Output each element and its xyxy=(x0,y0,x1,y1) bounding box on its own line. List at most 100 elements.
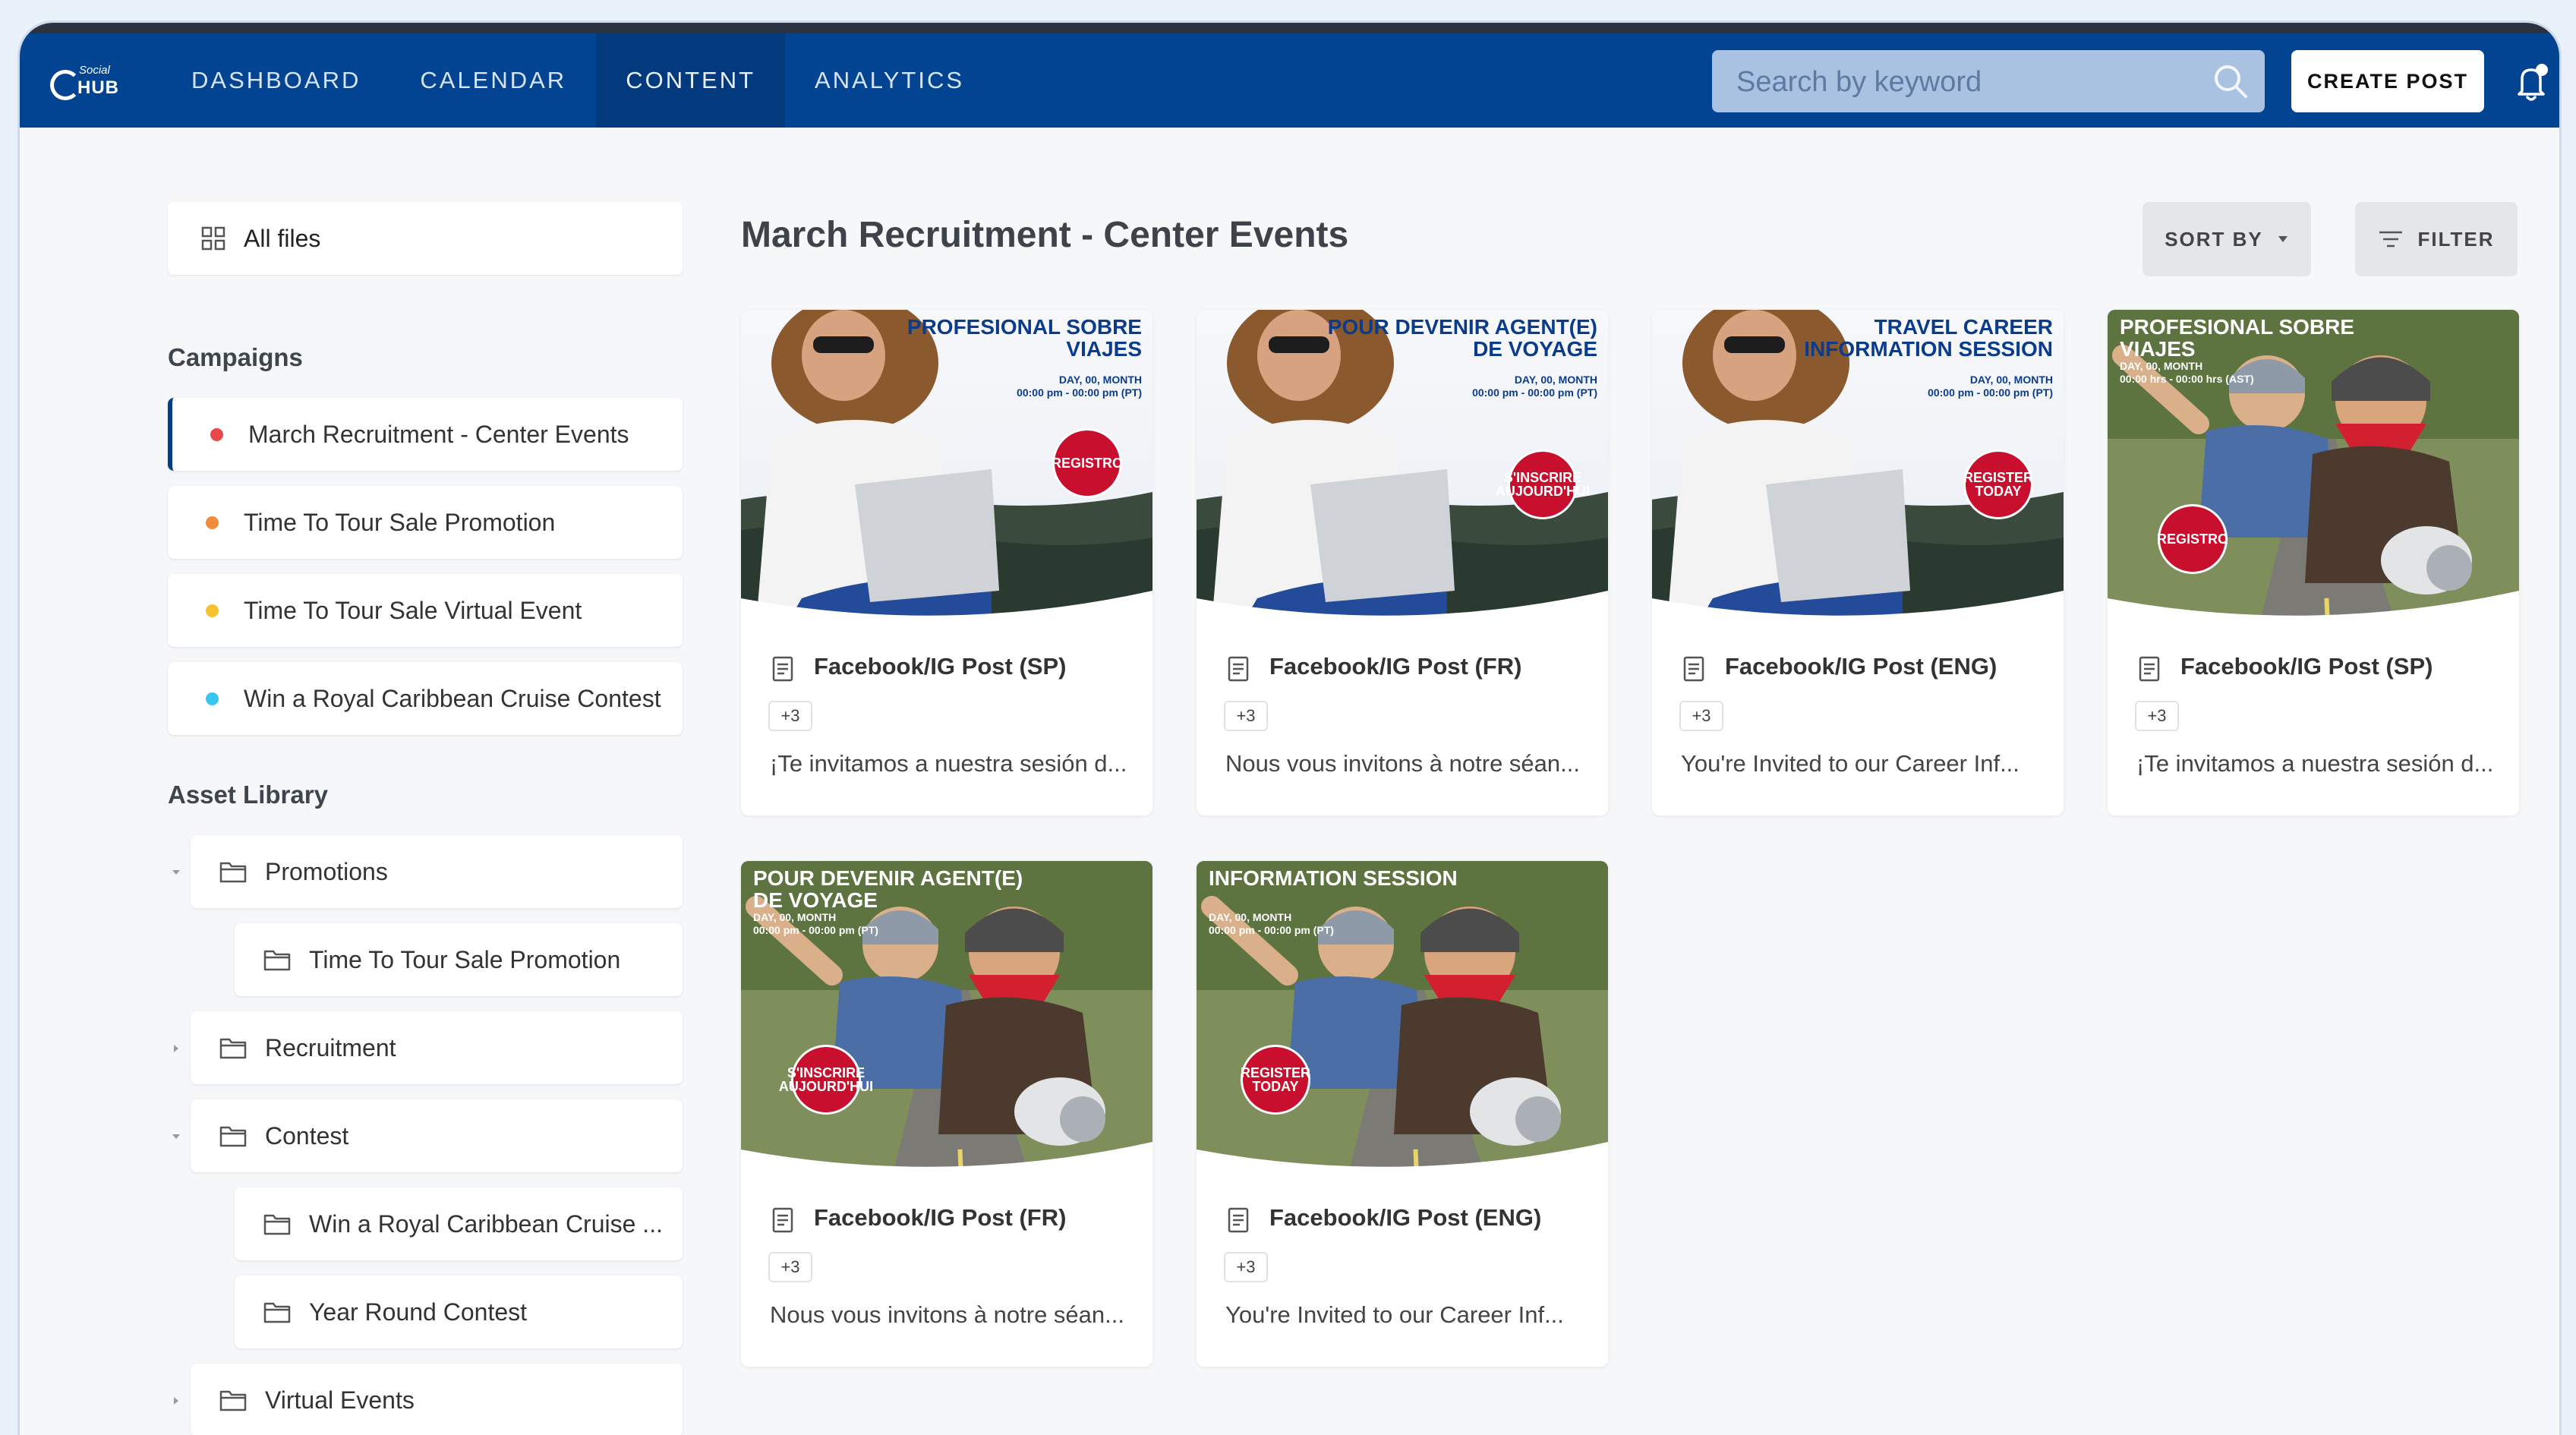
document-icon xyxy=(772,1207,793,1233)
create-post-button[interactable]: CREATE POST xyxy=(2291,50,2484,112)
additional-channels-badge[interactable]: +3 xyxy=(1679,701,1723,731)
campaign-item-royal-caribbean-contest[interactable]: Win a Royal Caribbean Cruise Contest xyxy=(168,662,683,735)
nav-calendar[interactable]: CALENDAR xyxy=(390,33,596,128)
campaign-item-march-recruitment[interactable]: March Recruitment - Center Events xyxy=(168,398,683,471)
social-hub-logo[interactable]: Social HUB xyxy=(49,58,118,103)
window-top-strip xyxy=(20,23,2559,33)
post-card[interactable]: POUR DEVENIR AGENT(E) DE VOYAGE DAY, 00,… xyxy=(1197,310,1608,815)
document-icon xyxy=(772,656,793,682)
folder-label: Virtual Events xyxy=(265,1386,415,1414)
logo-text-line2: HUB xyxy=(77,77,119,98)
folder-virtual-events[interactable]: Virtual Events xyxy=(191,1364,683,1435)
caret-right-icon[interactable] xyxy=(171,1043,181,1054)
post-thumbnail-image[interactable]: PROFESIONAL SOBRE VIAJES DAY, 00, MONTH … xyxy=(2108,310,2519,624)
nav-dashboard[interactable]: DASHBOARD xyxy=(162,33,390,128)
chevron-down-icon xyxy=(2278,236,2288,242)
additional-channels-badge[interactable]: +3 xyxy=(1224,1252,1268,1282)
thumbnail-headline: INFORMATION SESSION xyxy=(1209,866,1458,890)
caret-right-icon[interactable] xyxy=(171,1396,181,1406)
thumbnail-date-time: DAY, 00, MONTH 00:00 hrs - 00:00 hrs (AS… xyxy=(2120,360,2254,385)
post-thumbnail-image[interactable]: TRAVEL CAREER INFORMATION SESSION DAY, 0… xyxy=(1652,310,2064,624)
notification-bell-icon[interactable] xyxy=(2511,61,2551,103)
post-title[interactable]: Facebook/IG Post (SP) xyxy=(814,653,1066,680)
all-files-label: All files xyxy=(244,225,321,252)
search-input[interactable] xyxy=(1712,50,2209,114)
post-card[interactable]: INFORMATION SESSION DAY, 00, MONTH 00:00… xyxy=(1197,861,1608,1367)
thumbnail-date-time: DAY, 00, MONTH 00:00 pm - 00:00 pm (PT) xyxy=(1209,911,1334,936)
thumbnail-headline: PROFESIONAL SOBRE VIAJES xyxy=(2120,315,2355,361)
post-title[interactable]: Facebook/IG Post (FR) xyxy=(814,1204,1066,1232)
post-title[interactable]: Facebook/IG Post (ENG) xyxy=(1725,653,1997,680)
main-nav: DASHBOARD CALENDAR CONTENT ANALYTICS xyxy=(162,33,994,128)
app-window: Social HUB DASHBOARD CALENDAR CONTENT AN… xyxy=(20,23,2559,1435)
post-excerpt: You're Invited to our Career Inf... xyxy=(1681,750,2019,777)
all-files-button[interactable]: All files xyxy=(168,202,683,275)
folder-icon xyxy=(263,1302,291,1323)
document-icon xyxy=(1228,656,1249,682)
filter-button[interactable]: FILTER xyxy=(2355,202,2518,276)
document-icon xyxy=(2139,656,2160,682)
caret-down-icon[interactable] xyxy=(171,1131,181,1142)
sort-by-button[interactable]: SORT BY xyxy=(2142,202,2311,276)
register-badge: REGISTRO xyxy=(2157,504,2228,574)
post-excerpt: ¡Te invitamos a nuestra sesión d... xyxy=(770,750,1127,777)
additional-channels-badge[interactable]: +3 xyxy=(1224,701,1268,731)
thumbnail-date-time: DAY, 00, MONTH 00:00 pm - 00:00 pm (PT) xyxy=(1472,374,1597,399)
register-badge: REGISTER TODAY xyxy=(1963,449,2033,519)
thumbnail-date-time: DAY, 00, MONTH 00:00 pm - 00:00 pm (PT) xyxy=(1928,374,2053,399)
thumbnail-date-time: DAY, 00, MONTH 00:00 pm - 00:00 pm (PT) xyxy=(1017,374,1142,399)
logo-ring-icon xyxy=(50,70,80,100)
nav-analytics[interactable]: ANALYTICS xyxy=(785,33,994,128)
caret-down-icon[interactable] xyxy=(171,867,181,878)
register-badge: REGISTRO xyxy=(1052,428,1123,498)
post-excerpt: ¡Te invitamos a nuestra sesión d... xyxy=(2136,750,2494,777)
campaign-item-time-to-tour-virtual-event[interactable]: Time To Tour Sale Virtual Event xyxy=(168,574,683,647)
campaign-color-dot xyxy=(206,604,219,617)
thumbnail-headline: POUR DEVENIR AGENT(E) DE VOYAGE xyxy=(1327,315,1597,361)
post-card[interactable]: PROFESIONAL SOBRE VIAJES DAY, 00, MONTH … xyxy=(741,310,1152,815)
folder-promotions[interactable]: Promotions xyxy=(191,835,683,908)
additional-channels-badge[interactable]: +3 xyxy=(2135,701,2179,731)
top-navigation-bar: Social HUB DASHBOARD CALENDAR CONTENT AN… xyxy=(20,33,2559,128)
filter-label: FILTER xyxy=(2417,227,2495,251)
register-badge: S'INSCRIRE AUJOURD'HUI xyxy=(1496,449,1590,519)
post-thumbnail-image[interactable]: INFORMATION SESSION DAY, 00, MONTH 00:00… xyxy=(1197,861,1608,1175)
folder-label: Recruitment xyxy=(265,1034,396,1061)
folder-recruitment[interactable]: Recruitment xyxy=(191,1011,683,1084)
campaign-item-time-to-tour-sale-promotion[interactable]: Time To Tour Sale Promotion xyxy=(168,486,683,559)
post-title[interactable]: Facebook/IG Post (ENG) xyxy=(1269,1204,1541,1232)
folder-contest[interactable]: Contest xyxy=(191,1099,683,1172)
folder-time-to-tour-sale-promotion[interactable]: Time To Tour Sale Promotion xyxy=(235,923,683,996)
post-card[interactable]: POUR DEVENIR AGENT(E) DE VOYAGE DAY, 00,… xyxy=(741,861,1152,1367)
post-title[interactable]: Facebook/IG Post (SP) xyxy=(2180,653,2433,680)
search-icon[interactable] xyxy=(2212,62,2250,100)
post-card[interactable]: TRAVEL CAREER INFORMATION SESSION DAY, 0… xyxy=(1652,310,2064,815)
nav-content[interactable]: CONTENT xyxy=(596,33,786,128)
sort-by-label: SORT BY xyxy=(2165,227,2263,251)
additional-channels-badge[interactable]: +3 xyxy=(768,1252,812,1282)
campaign-label: Win a Royal Caribbean Cruise Contest xyxy=(244,685,661,712)
campaign-color-dot xyxy=(206,692,219,705)
folder-label: Promotions xyxy=(265,858,388,885)
post-title[interactable]: Facebook/IG Post (FR) xyxy=(1269,653,1521,680)
folder-win-royal-caribbean[interactable]: Win a Royal Caribbean Cruise ... xyxy=(235,1187,683,1260)
post-thumbnail-image[interactable]: POUR DEVENIR AGENT(E) DE VOYAGE DAY, 00,… xyxy=(1197,310,1608,624)
post-excerpt: Nous vous invitons à notre séan... xyxy=(1225,750,1580,777)
post-card[interactable]: PROFESIONAL SOBRE VIAJES DAY, 00, MONTH … xyxy=(2108,310,2519,815)
folder-icon xyxy=(263,950,291,971)
folder-label: Year Round Contest xyxy=(309,1298,528,1326)
folder-icon xyxy=(219,1126,247,1147)
post-thumbnail-image[interactable]: POUR DEVENIR AGENT(E) DE VOYAGE DAY, 00,… xyxy=(741,861,1152,1175)
campaign-color-dot xyxy=(206,516,219,529)
folder-icon xyxy=(219,1038,247,1059)
post-excerpt: Nous vous invitons à notre séan... xyxy=(770,1301,1124,1328)
additional-channels-badge[interactable]: +3 xyxy=(768,701,812,731)
campaign-color-dot xyxy=(210,428,223,441)
folder-year-round-contest[interactable]: Year Round Contest xyxy=(235,1276,683,1348)
document-icon xyxy=(1228,1207,1249,1233)
folder-label: Time To Tour Sale Promotion xyxy=(309,946,621,973)
post-thumbnail-image[interactable]: PROFESIONAL SOBRE VIAJES DAY, 00, MONTH … xyxy=(741,310,1152,624)
register-badge: S'INSCRIRE AUJOURD'HUI xyxy=(779,1045,873,1115)
campaign-label: Time To Tour Sale Promotion xyxy=(244,509,556,536)
folder-label: Win a Royal Caribbean Cruise ... xyxy=(309,1210,663,1238)
